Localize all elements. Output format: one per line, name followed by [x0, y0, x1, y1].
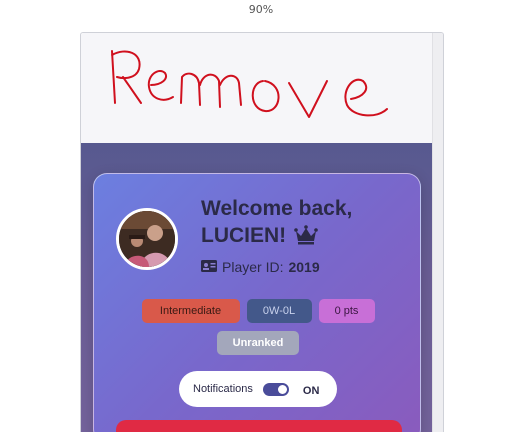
welcome-line: Welcome back, — [201, 197, 353, 220]
id-card-icon — [201, 259, 217, 275]
primary-action-button[interactable] — [116, 420, 402, 432]
notifications-state: ON — [302, 385, 320, 397]
avatar-photo — [119, 211, 175, 267]
handwritten-remove-annotation — [111, 50, 388, 118]
notifications-label: Notifications — [193, 383, 253, 395]
welcome-name-line: LUCIEN! — [201, 222, 411, 252]
player-name: LUCIEN! — [201, 224, 287, 247]
stat-badges: Intermediate 0W-0L 0 pts — [94, 299, 422, 323]
scrollbar[interactable] — [432, 33, 443, 432]
annotation-area — [81, 33, 433, 143]
notifications-toggle[interactable] — [262, 382, 289, 396]
points-badge: 0 pts — [318, 299, 375, 323]
page-background: Welcome back, LUCIEN! Player ID: 2019 In… — [81, 143, 433, 432]
app-viewport: Welcome back, LUCIEN! Player ID: 2019 In… — [80, 32, 444, 432]
level-badge: Intermediate — [141, 299, 240, 323]
crown-icon — [294, 225, 318, 252]
notifications-control: Notifications ON — [179, 371, 337, 407]
player-profile-card: Welcome back, LUCIEN! Player ID: 2019 In… — [93, 173, 421, 432]
player-id-value: 2019 — [288, 259, 320, 275]
rank-badge: Unranked — [217, 331, 299, 355]
record-badge: 0W-0L — [246, 299, 312, 323]
avatar[interactable] — [116, 208, 178, 270]
player-id-row: Player ID: 2019 — [201, 259, 320, 275]
player-id-label: Player ID: — [222, 259, 284, 275]
toggle-knob — [277, 384, 287, 394]
welcome-heading: Welcome back, LUCIEN! — [201, 195, 411, 252]
zoom-level: 90% — [248, 3, 274, 16]
